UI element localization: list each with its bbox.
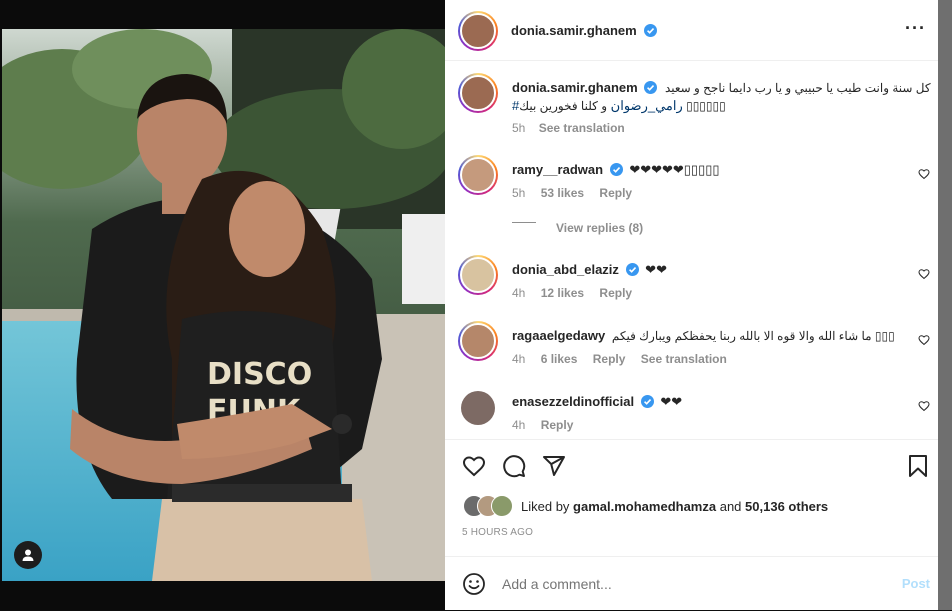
comment-time: 5h bbox=[512, 186, 526, 200]
verified-badge-icon bbox=[625, 263, 639, 276]
see-translation-link[interactable]: See translation bbox=[539, 121, 625, 135]
comment-text: ❤❤❤❤❤▯▯▯▯▯ bbox=[629, 162, 720, 177]
user-tag-button[interactable] bbox=[14, 541, 42, 569]
reply-button[interactable]: Reply bbox=[599, 186, 632, 200]
story-ring[interactable] bbox=[458, 11, 498, 51]
liked-by-prefix: Liked by bbox=[521, 499, 570, 514]
post-side-panel: donia.samir.ghanem ··· donia.samir.ghane… bbox=[445, 0, 938, 610]
save-bookmark-icon[interactable] bbox=[907, 454, 929, 478]
comment-username[interactable]: ragaaelgedawy bbox=[512, 328, 605, 343]
liked-by-others-link[interactable]: 50,136 others bbox=[745, 499, 828, 514]
comment: ragaaelgedawy ما شاء الله والا قوه الا ب… bbox=[445, 320, 938, 376]
comment-meta: 5h 53 likes Reply bbox=[512, 186, 632, 200]
reply-button[interactable]: Reply bbox=[593, 352, 626, 366]
like-comment-heart-icon[interactable] bbox=[918, 334, 930, 346]
story-ring[interactable] bbox=[458, 255, 498, 295]
caption-meta: 5h See translation bbox=[512, 121, 625, 135]
liked-by-and: and bbox=[719, 499, 742, 514]
liker-avatar bbox=[491, 495, 513, 517]
comment-text: ❤❤ bbox=[660, 394, 683, 409]
caption-second-line: #رامي_رضوان و كلنا فخورين بيك ▯▯▯▯▯▯ bbox=[512, 98, 726, 114]
comment-text: ❤❤ bbox=[645, 262, 667, 277]
comment-username[interactable]: donia_abd_elaziz bbox=[512, 262, 619, 277]
comment-likes-link[interactable]: 6 likes bbox=[541, 352, 578, 366]
comment-meta: 4h 12 likes Reply bbox=[512, 286, 632, 300]
add-comment-bar: Post bbox=[445, 556, 938, 611]
comment-time: 4h bbox=[512, 352, 526, 366]
story-ring[interactable] bbox=[458, 321, 498, 361]
view-replies-button[interactable]: View replies (8) bbox=[556, 221, 643, 235]
backdrop bbox=[938, 0, 952, 610]
comment-username[interactable]: enasezzeldinofficial bbox=[512, 394, 634, 409]
actions-divider bbox=[445, 439, 938, 440]
comment-username[interactable]: ramy__radwan bbox=[512, 162, 603, 177]
caption-avatar[interactable] bbox=[460, 75, 496, 111]
caption-first-line: donia.samir.ghanem كل سنة وانت طيب يا حب… bbox=[512, 80, 931, 95]
post-photo[interactable]: DISCO FUNK bbox=[2, 29, 445, 581]
verified-badge-icon bbox=[640, 395, 654, 408]
comment-likes-link[interactable]: 53 likes bbox=[541, 186, 584, 200]
replies-divider bbox=[512, 222, 536, 223]
comment-body: ragaaelgedawy ما شاء الله والا قوه الا ب… bbox=[512, 328, 895, 343]
story-ring[interactable] bbox=[458, 155, 498, 195]
caption-username[interactable]: donia.samir.ghanem bbox=[512, 80, 638, 95]
caption-time: 5h bbox=[512, 121, 526, 135]
author-block: donia.samir.ghanem bbox=[511, 22, 658, 40]
verified-badge-icon bbox=[644, 24, 658, 37]
like-heart-icon[interactable] bbox=[462, 454, 486, 478]
story-ring[interactable] bbox=[458, 73, 498, 113]
see-translation-link[interactable]: See translation bbox=[641, 352, 727, 366]
caption: donia.samir.ghanem كل سنة وانت طيب يا حب… bbox=[445, 72, 938, 142]
comment-meta: 4h 6 likes Reply See translation bbox=[512, 352, 727, 366]
comment-avatar[interactable] bbox=[460, 323, 496, 359]
photo-image: DISCO FUNK bbox=[2, 29, 445, 581]
svg-text:DISCO: DISCO bbox=[207, 357, 312, 392]
post-header: donia.samir.ghanem ··· bbox=[445, 0, 938, 61]
comment-avatar[interactable] bbox=[460, 157, 496, 193]
post-comment-button[interactable]: Post bbox=[902, 576, 930, 591]
comment: enasezzeldinofficial ❤❤ 4h Reply bbox=[445, 388, 938, 436]
comment-time: 4h bbox=[512, 418, 526, 432]
comment: donia_abd_elaziz ❤❤ 4h 12 likes Reply bbox=[445, 254, 938, 310]
comment-meta: 4h Reply bbox=[512, 418, 573, 432]
comment-input[interactable] bbox=[500, 570, 874, 598]
reply-button[interactable]: Reply bbox=[599, 286, 632, 300]
like-comment-heart-icon[interactable] bbox=[918, 400, 930, 412]
person-icon bbox=[22, 549, 34, 561]
like-comment-heart-icon[interactable] bbox=[918, 268, 930, 280]
comment-time: 4h bbox=[512, 286, 526, 300]
caption-text: كل سنة وانت طيب يا حبيبي و يا رب دايما ن… bbox=[664, 81, 931, 95]
comment-body: donia_abd_elaziz ❤❤ bbox=[512, 262, 667, 278]
author-username[interactable]: donia.samir.ghanem bbox=[511, 23, 637, 38]
emoji-icon[interactable] bbox=[462, 572, 486, 596]
comment-text: ما شاء الله والا قوه الا بالله ربنا يحفظ… bbox=[611, 329, 895, 343]
verified-badge-icon bbox=[609, 163, 623, 176]
liked-by-text: Liked by gamal.mohamedhamza and 50,136 o… bbox=[521, 499, 828, 514]
comment-body: ramy__radwan ❤❤❤❤❤▯▯▯▯▯ bbox=[512, 162, 720, 178]
verified-badge-icon bbox=[644, 81, 658, 94]
comment-avatar[interactable] bbox=[461, 391, 495, 425]
author-avatar[interactable] bbox=[460, 13, 496, 49]
comment: ramy__radwan ❤❤❤❤❤▯▯▯▯▯ 5h 53 likes Repl… bbox=[445, 154, 938, 244]
post-timestamp[interactable]: 5 HOURS AGO bbox=[462, 527, 533, 538]
comment-bubble-icon[interactable] bbox=[502, 454, 526, 478]
like-comment-heart-icon[interactable] bbox=[918, 168, 930, 180]
post-media[interactable]: DISCO FUNK bbox=[0, 0, 445, 610]
comment-likes-link[interactable]: 12 likes bbox=[541, 286, 584, 300]
comment-body: enasezzeldinofficial ❤❤ bbox=[512, 394, 682, 410]
comment-avatar[interactable] bbox=[460, 257, 496, 293]
liked-by-user-link[interactable]: gamal.mohamedhamza bbox=[573, 499, 716, 514]
share-paper-plane-icon[interactable] bbox=[542, 454, 566, 478]
reply-button[interactable]: Reply bbox=[541, 418, 574, 432]
more-options-button[interactable]: ··· bbox=[905, 18, 926, 39]
liked-by-avatars[interactable] bbox=[463, 495, 515, 517]
